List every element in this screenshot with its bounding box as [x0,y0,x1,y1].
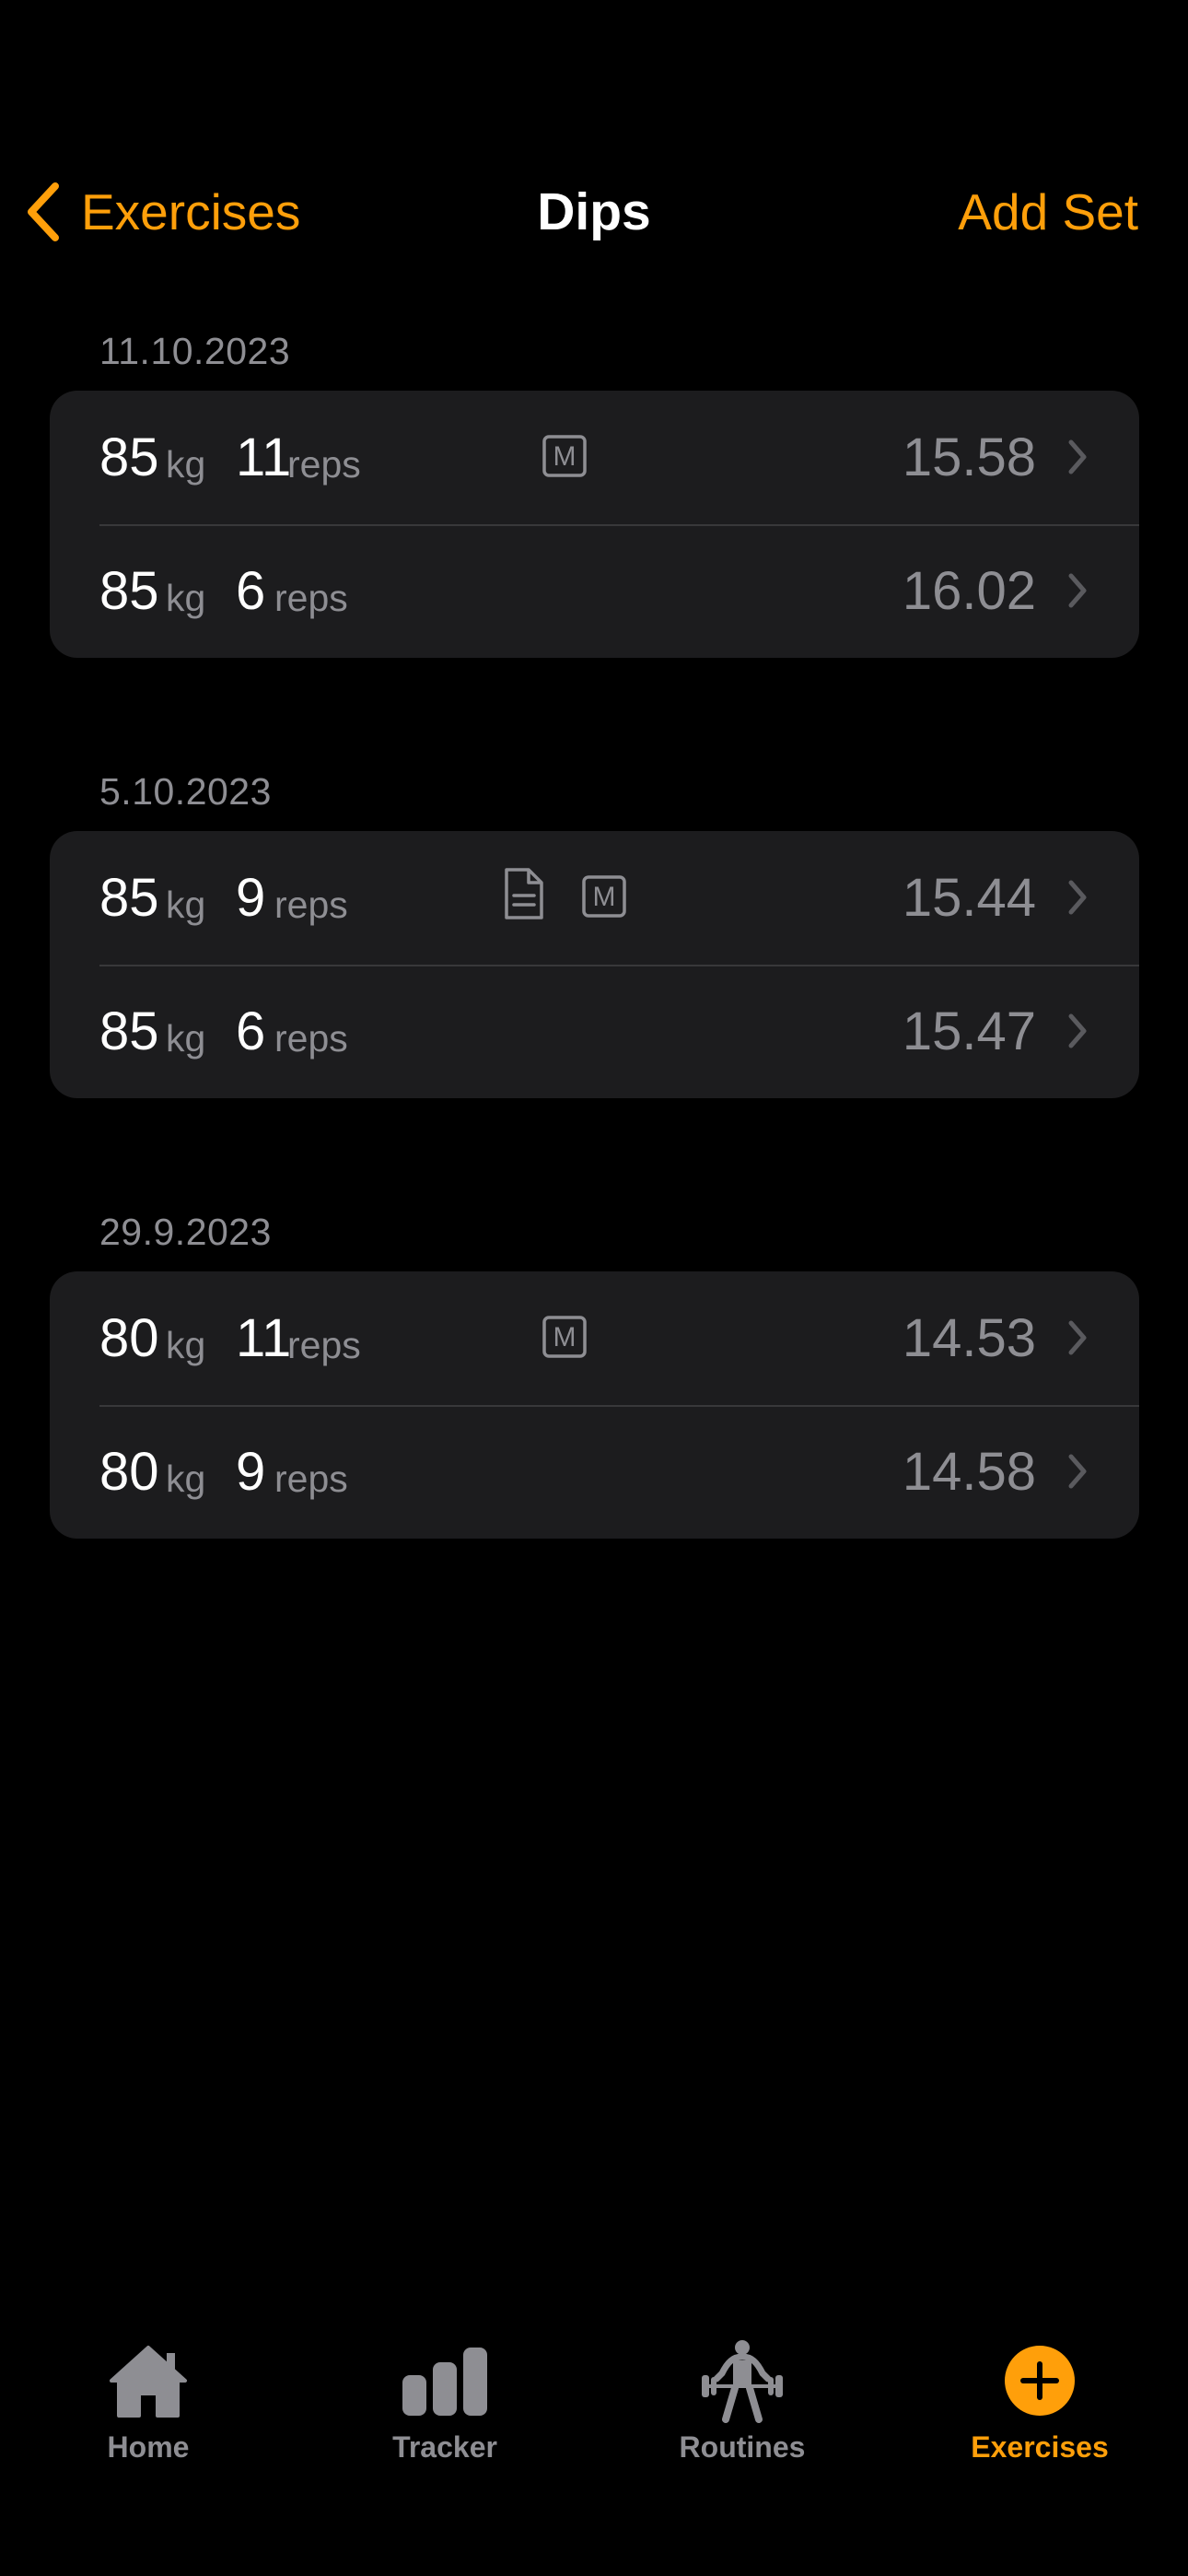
weight-unit: kg [166,577,206,619]
back-button-label: Exercises [81,183,301,240]
chevron-right-icon [1067,572,1088,609]
reps-value: 9 [236,868,266,928]
tab-tracker[interactable]: Tracker [297,2303,593,2488]
set-row[interactable]: 80 kg 11 reps M 14.53 [50,1271,1139,1405]
weight-unit: kg [166,884,206,926]
reps-unit: reps [274,1458,348,1500]
chevron-right-icon [1067,1319,1088,1356]
set-score: 15.47 [902,1001,1036,1061]
add-set-button[interactable]: Add Set [958,175,1138,249]
weight-value: 85 [99,868,159,928]
reps-value: 11 [236,1308,292,1368]
weight-value: 85 [99,1001,159,1061]
svg-text:M: M [553,441,577,472]
tab-home[interactable]: Home [0,2303,297,2488]
set-score: 15.44 [902,868,1036,928]
weight-unit: kg [166,443,206,486]
m-badge-icon: M [542,435,587,477]
set-row[interactable]: 85 kg 6 reps 16.02 [50,524,1139,658]
plus-circle-icon [1003,2338,1077,2423]
reps-value: 9 [236,1442,266,1502]
set-row[interactable]: 85 kg 6 reps 15.47 [50,965,1139,1098]
reps-unit: reps [287,1324,361,1366]
reps-value: 6 [236,561,266,621]
reps-unit: reps [274,1017,348,1060]
tab-routines-label: Routines [679,2430,806,2464]
tab-home-label: Home [107,2430,190,2464]
set-score: 14.53 [902,1308,1036,1368]
set-row[interactable]: 80 kg 9 reps 14.58 [50,1405,1139,1539]
set-row[interactable]: 85 kg 11 reps M 15.58 [50,391,1139,524]
chevron-right-icon [1067,879,1088,916]
note-icon [501,868,545,919]
set-list: 80 kg 11 reps M 14.53 80 kg 9 reps 14.58 [50,1271,1139,1539]
tab-exercises-label: Exercises [971,2430,1109,2464]
weight-unit: kg [166,1324,206,1366]
bar-chart-icon [399,2338,491,2423]
reps-unit: reps [274,577,348,619]
reps-unit: reps [274,884,348,926]
weight-unit: kg [166,1458,206,1500]
weight-value: 80 [99,1308,159,1368]
weight-value: 80 [99,1442,159,1502]
house-icon [106,2338,191,2423]
chevron-right-icon [1067,1013,1088,1049]
reps-value: 11 [236,427,292,487]
svg-text:M: M [553,1322,577,1352]
section-date: 11.10.2023 [99,330,291,372]
weight-value: 85 [99,427,159,487]
tab-bar: Home Tracker Routines Exercises [0,2303,1188,2488]
m-badge-icon: M [542,1316,587,1358]
chevron-left-icon [24,182,61,241]
section-date: 29.9.2023 [99,1211,272,1253]
weight-unit: kg [166,1017,206,1060]
svg-text:M: M [593,882,616,912]
tab-tracker-label: Tracker [392,2430,497,2464]
set-row[interactable]: 85 kg 9 reps M 15.44 [50,831,1139,965]
reps-unit: reps [287,443,361,486]
tab-exercises[interactable]: Exercises [891,2303,1188,2488]
reps-value: 6 [236,1001,266,1061]
set-score: 14.58 [902,1442,1036,1502]
tab-routines[interactable]: Routines [594,2303,891,2488]
weight-value: 85 [99,561,159,621]
section-date: 5.10.2023 [99,770,272,813]
set-score: 15.58 [902,427,1036,487]
m-badge-icon: M [582,875,626,918]
chevron-right-icon [1067,1453,1088,1490]
back-button[interactable]: Exercises [24,175,300,249]
weightlifter-icon [700,2338,785,2423]
set-list: 85 kg 9 reps M 15.44 85 kg 6 reps 15.47 [50,831,1139,1098]
chevron-right-icon [1067,439,1088,475]
set-score: 16.02 [902,561,1036,621]
set-list: 85 kg 11 reps M 15.58 85 kg 6 reps 16.02 [50,391,1139,658]
